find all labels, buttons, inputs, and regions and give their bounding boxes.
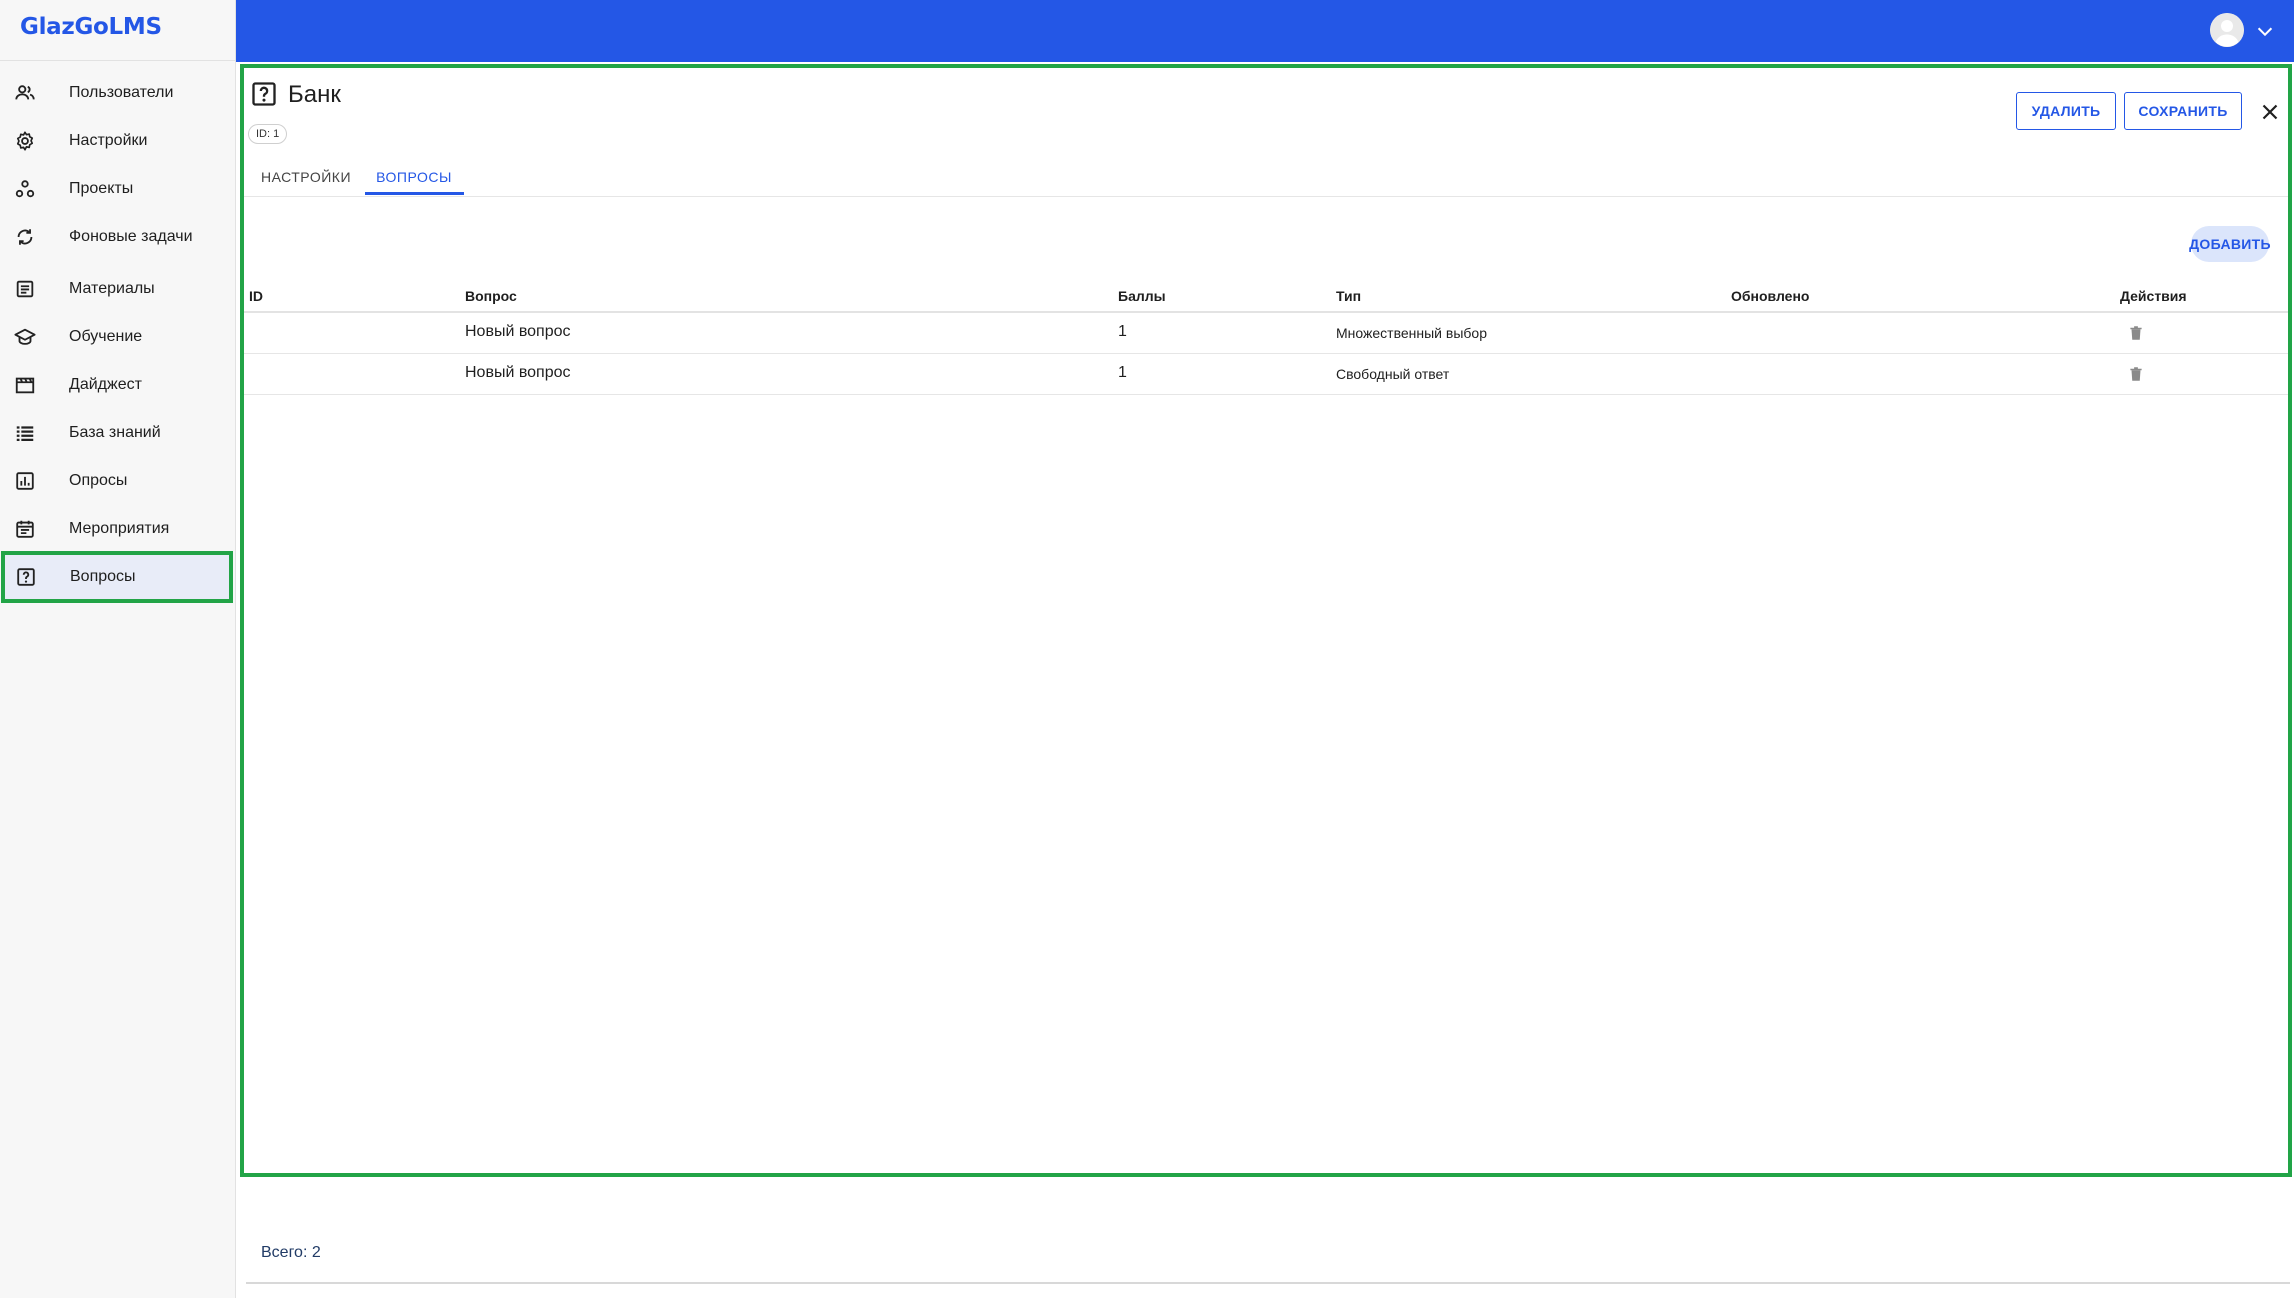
sidebar-item-learning[interactable]: Обучение bbox=[0, 314, 236, 360]
article-icon bbox=[14, 278, 36, 300]
poll-icon bbox=[14, 470, 36, 492]
trash-icon[interactable] bbox=[2127, 365, 2145, 383]
list-icon bbox=[14, 422, 36, 444]
trash-icon[interactable] bbox=[2127, 324, 2145, 342]
sync-icon bbox=[14, 226, 36, 248]
sidebar-item-questions[interactable]: Вопросы bbox=[1, 551, 233, 603]
chevron-down-icon[interactable] bbox=[2254, 20, 2276, 42]
close-icon[interactable] bbox=[2258, 100, 2282, 124]
sidebar-item-label: Материалы bbox=[69, 280, 155, 297]
tab-settings[interactable]: НАСТРОЙКИ bbox=[258, 158, 354, 196]
sidebar-item-label: Мероприятия bbox=[69, 520, 170, 537]
sidebar-item-label: Пользователи bbox=[69, 84, 174, 101]
sidebar-item-label: Проекты bbox=[69, 180, 134, 197]
sidebar-item-label: Дайджест bbox=[69, 376, 142, 393]
sidebar-item-digest[interactable]: Дайджест bbox=[0, 362, 236, 408]
sidebar-item-events[interactable]: Мероприятия bbox=[0, 506, 236, 552]
column-header-question[interactable]: Вопрос bbox=[465, 288, 517, 304]
page-title: Банк bbox=[288, 81, 341, 108]
app-root: GlazGoLMS Пользователи Настройки Проекты bbox=[0, 0, 2294, 1298]
app-logo[interactable]: GlazGoLMS bbox=[20, 14, 162, 40]
tab-questions[interactable]: ВОПРОСЫ bbox=[366, 158, 462, 196]
gear-icon bbox=[14, 130, 36, 152]
table-row[interactable]: Новый вопрос 1 Свободный ответ bbox=[244, 354, 2288, 395]
total-count: Всего: 2 bbox=[261, 1244, 321, 1261]
user-avatar-icon[interactable] bbox=[2210, 13, 2244, 47]
logo-divider bbox=[0, 60, 236, 61]
sidebar-item-label: Настройки bbox=[69, 132, 148, 149]
sidebar-item-label: Опросы bbox=[69, 472, 128, 489]
question-icon bbox=[15, 566, 37, 588]
footer-divider bbox=[246, 1282, 2290, 1284]
top-app-bar bbox=[236, 0, 2294, 62]
active-tab-indicator bbox=[365, 192, 464, 195]
sidebar-item-label: Вопросы bbox=[70, 568, 136, 585]
cell-points: 1 bbox=[1118, 364, 1127, 381]
column-header-actions: Действия bbox=[2120, 288, 2187, 304]
column-header-updated[interactable]: Обновлено bbox=[1731, 288, 1809, 304]
cell-type: Свободный ответ bbox=[1336, 366, 1450, 382]
sidebar-item-materials[interactable]: Материалы bbox=[0, 266, 236, 312]
sidebar-item-label: Фоновые задачи bbox=[69, 228, 193, 245]
cell-type: Множественный выбор bbox=[1336, 325, 1487, 341]
sidebar-item-settings[interactable]: Настройки bbox=[0, 118, 236, 164]
sidebar-item-background-tasks[interactable]: Фоновые задачи bbox=[0, 214, 236, 260]
users-icon bbox=[14, 82, 36, 104]
cell-points: 1 bbox=[1118, 323, 1127, 340]
sidebar-item-label: База знаний bbox=[69, 424, 161, 441]
sidebar-item-users[interactable]: Пользователи bbox=[0, 70, 236, 116]
id-chip: ID: 1 bbox=[248, 124, 288, 144]
cell-question: Новый вопрос bbox=[465, 364, 571, 381]
column-header-type[interactable]: Тип bbox=[1336, 288, 1361, 304]
sidebar-item-polls[interactable]: Опросы bbox=[0, 458, 236, 504]
sidebar-item-knowledge-base[interactable]: База знаний bbox=[0, 410, 236, 456]
question-icon bbox=[250, 80, 278, 108]
event-icon bbox=[14, 518, 36, 540]
tabs-divider bbox=[244, 196, 2288, 197]
question-bank-panel: Банк ID: 1 УДАЛИТЬ СОХРАНИТЬ НАСТРОЙКИ В… bbox=[240, 64, 2292, 1177]
cell-question: Новый вопрос bbox=[465, 323, 571, 340]
sidebar-item-label: Обучение bbox=[69, 328, 143, 345]
add-question-button[interactable]: ДОБАВИТЬ bbox=[2189, 226, 2271, 262]
projects-icon bbox=[14, 178, 36, 200]
sidebar-item-projects[interactable]: Проекты bbox=[0, 166, 236, 212]
sidebar: GlazGoLMS Пользователи Настройки Проекты bbox=[0, 0, 236, 1298]
delete-button[interactable]: УДАЛИТЬ bbox=[2016, 92, 2116, 130]
movie-icon bbox=[14, 374, 36, 396]
school-icon bbox=[14, 326, 36, 348]
table-row[interactable]: Новый вопрос 1 Множественный выбор bbox=[244, 313, 2288, 354]
column-header-points[interactable]: Баллы bbox=[1118, 288, 1166, 304]
save-button[interactable]: СОХРАНИТЬ bbox=[2124, 92, 2242, 130]
column-header-id[interactable]: ID bbox=[249, 288, 263, 304]
